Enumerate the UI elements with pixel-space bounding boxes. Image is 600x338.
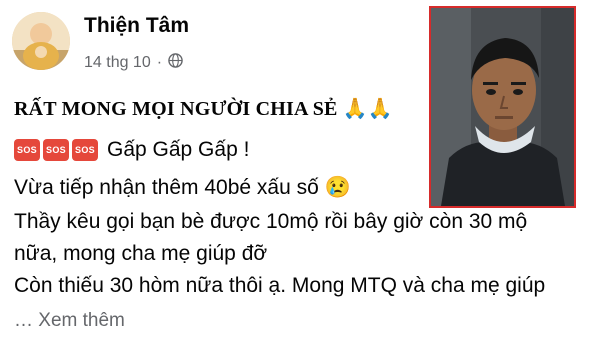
avatar[interactable] [12, 12, 70, 70]
post-body-line: Vừa tiếp nhận thêm 40bé xấu số 😢 [14, 176, 351, 199]
post-meta: 14 thg 10 · [84, 53, 183, 73]
sos-icon: SOS [43, 139, 69, 161]
sos-icon: SOS [72, 139, 98, 161]
post-headline: RẤT MONG MỌI NGƯỜI CHIA SẺ 🙏🙏 [14, 98, 393, 120]
urgent-text: Gấp Gấp Gấp ! [107, 138, 250, 161]
post-body-line: Còn thiếu 30 hòm nữa thôi ạ. Mong MTQ và… [14, 274, 546, 297]
sos-icon: SOS [14, 139, 40, 161]
post-photo[interactable] [429, 6, 576, 208]
globe-icon[interactable] [168, 53, 183, 73]
meta-separator: · [156, 54, 163, 71]
post-body-line: nữa, mong cha mẹ giúp đỡ [14, 242, 268, 265]
author-name[interactable]: Thiện Tâm [84, 14, 189, 38]
urgent-row: SOS SOS SOS Gấp Gấp Gấp ! [14, 138, 249, 162]
post-body-line: Thầy kêu gọi bạn bè được 10mộ rồi bây gi… [14, 210, 528, 233]
post-date[interactable]: 14 thg 10 [84, 54, 151, 72]
see-more-link[interactable]: … Xem thêm [14, 310, 125, 332]
